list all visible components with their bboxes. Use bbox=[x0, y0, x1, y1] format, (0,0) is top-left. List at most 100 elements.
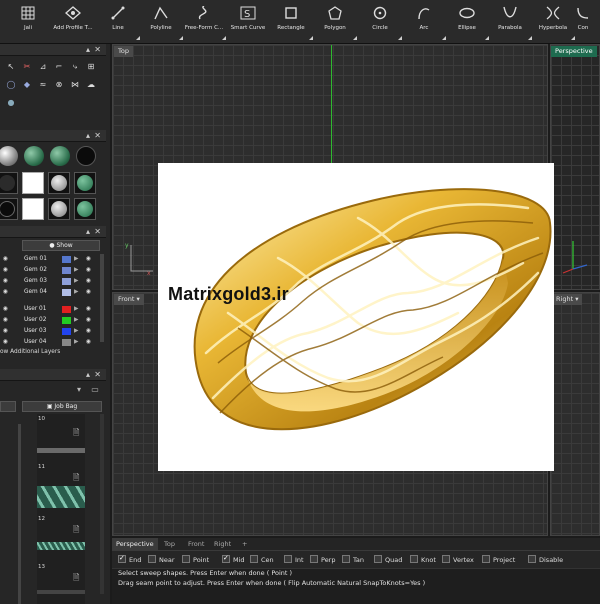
document-icon[interactable]: 🗎 bbox=[73, 427, 79, 441]
jobbag-item-thumb[interactable] bbox=[37, 448, 85, 453]
snap-project[interactable]: Project bbox=[482, 555, 515, 565]
blend-tool-icon[interactable]: ⊗ bbox=[54, 80, 64, 90]
layer-color-swatch[interactable] bbox=[62, 339, 71, 346]
snap-vertex[interactable]: Vertex bbox=[442, 555, 474, 565]
snap-mid[interactable]: Mid bbox=[222, 553, 245, 565]
material-thumb[interactable] bbox=[74, 198, 96, 220]
arrow-right-icon[interactable]: ▶ bbox=[74, 287, 78, 297]
layer-row[interactable]: ◉ Gem 02 ▶ ◉ bbox=[0, 265, 104, 275]
diamond-tool-icon[interactable]: ◆ bbox=[22, 80, 32, 90]
job-bag-button[interactable]: ▣ Job Bag bbox=[22, 401, 102, 412]
dropdown-arrow-icon[interactable]: ▾ bbox=[575, 295, 578, 303]
arrow-right-icon[interactable]: ▶ bbox=[74, 265, 78, 275]
material-thumb[interactable] bbox=[22, 198, 44, 220]
arrow-right-icon[interactable]: ▶ bbox=[74, 337, 78, 347]
split-curve-icon[interactable]: ✂ bbox=[22, 62, 32, 72]
pin-icon[interactable]: ▴ bbox=[86, 45, 90, 54]
close-icon[interactable]: ✕ bbox=[94, 227, 101, 236]
eye-icon[interactable]: ◉ bbox=[86, 254, 91, 264]
arrow-right-icon[interactable]: ▶ bbox=[74, 326, 78, 336]
close-icon[interactable]: ✕ bbox=[94, 131, 101, 140]
viewport-right-tab[interactable]: Right ▾ bbox=[552, 294, 583, 305]
layer-row[interactable]: ◉ User 02 ▶ ◉ bbox=[0, 315, 104, 325]
snap-quad[interactable]: Quad bbox=[374, 555, 402, 565]
checkbox[interactable] bbox=[410, 555, 418, 563]
viewport-top-label[interactable]: Top bbox=[114, 46, 133, 57]
wave-tool-icon[interactable]: ≈ bbox=[38, 80, 48, 90]
circle-tool-icon[interactable]: ◯ bbox=[6, 80, 16, 90]
material-swatch[interactable] bbox=[0, 146, 18, 166]
layer-color-swatch[interactable] bbox=[62, 256, 71, 263]
eye-icon[interactable]: ◉ bbox=[3, 276, 11, 286]
snap-knot[interactable]: Knot bbox=[410, 555, 436, 565]
snap-point[interactable]: Point bbox=[182, 555, 209, 565]
layer-color-swatch[interactable] bbox=[62, 267, 71, 274]
extend-icon[interactable]: ⌐ bbox=[54, 62, 64, 72]
layer-row[interactable]: ◉ User 04 ▶ ◉ bbox=[0, 337, 104, 347]
close-icon[interactable]: ✕ bbox=[94, 370, 101, 379]
offset-icon[interactable]: ⤷ bbox=[70, 62, 80, 72]
snap-near[interactable]: Near bbox=[148, 555, 175, 565]
eye-icon[interactable]: ◉ bbox=[3, 337, 11, 347]
material-thumb[interactable] bbox=[0, 198, 18, 220]
jobbag-item-thumb[interactable] bbox=[37, 486, 85, 508]
dropdown-icon[interactable]: ▾ bbox=[74, 385, 84, 395]
arrow-right-icon[interactable]: ▶ bbox=[74, 254, 78, 264]
eye-icon[interactable]: ◉ bbox=[86, 304, 91, 314]
material-thumb[interactable] bbox=[0, 172, 18, 194]
tool-conic[interactable]: Con bbox=[566, 4, 600, 42]
material-thumb[interactable] bbox=[22, 172, 44, 194]
dropdown-arrow-icon[interactable]: ▾ bbox=[137, 295, 140, 303]
eye-icon[interactable]: ◉ bbox=[3, 326, 11, 336]
layer-color-swatch[interactable] bbox=[62, 278, 71, 285]
trim-icon[interactable]: ⊿ bbox=[38, 62, 48, 72]
eye-icon[interactable]: ◉ bbox=[86, 337, 91, 347]
settings-tool-icon[interactable]: ● bbox=[6, 98, 16, 108]
eye-icon[interactable]: ◉ bbox=[3, 315, 11, 325]
material-swatch[interactable] bbox=[50, 146, 70, 166]
add-viewport-tab[interactable]: + bbox=[238, 538, 251, 550]
viewport-perspective-label[interactable]: Perspective bbox=[551, 46, 597, 57]
material-thumb[interactable] bbox=[48, 172, 70, 194]
checkbox[interactable] bbox=[482, 555, 490, 563]
pin-icon[interactable]: ▴ bbox=[86, 131, 90, 140]
close-icon[interactable]: ✕ bbox=[94, 45, 101, 54]
document-icon[interactable]: 🗎 bbox=[73, 472, 79, 486]
eye-icon[interactable]: ◉ bbox=[3, 265, 11, 275]
material-thumb[interactable] bbox=[74, 172, 96, 194]
jobbag-left-button[interactable] bbox=[0, 401, 16, 412]
layer-color-swatch[interactable] bbox=[62, 306, 71, 313]
layer-row[interactable]: ◉ User 01 ▶ ◉ bbox=[0, 304, 104, 314]
checkbox[interactable] bbox=[310, 555, 318, 563]
eye-icon[interactable]: ◉ bbox=[86, 326, 91, 336]
viewport-tab[interactable]: Front bbox=[184, 538, 208, 550]
checkbox[interactable] bbox=[222, 553, 230, 563]
viewport-tab[interactable]: Perspective bbox=[112, 538, 158, 550]
jobbag-item-thumb[interactable] bbox=[37, 542, 85, 550]
snap-perp[interactable]: Perp bbox=[310, 555, 336, 565]
layer-color-swatch[interactable] bbox=[62, 317, 71, 324]
checkbox[interactable] bbox=[284, 555, 292, 563]
checkbox[interactable] bbox=[342, 555, 350, 563]
arrow-right-icon[interactable]: ▶ bbox=[74, 304, 78, 314]
snap-cen[interactable]: Cen bbox=[250, 555, 274, 565]
eye-icon[interactable]: ◉ bbox=[86, 276, 91, 286]
eye-icon[interactable]: ◉ bbox=[86, 265, 91, 275]
viewport-right[interactable]: Right ▾ bbox=[550, 292, 600, 536]
layer-row[interactable]: ◉ Gem 01 ▶ ◉ bbox=[0, 254, 104, 264]
pin-icon[interactable]: ▴ bbox=[86, 227, 90, 236]
snap-disable[interactable]: Disable bbox=[528, 555, 563, 565]
checkbox[interactable] bbox=[528, 555, 536, 563]
layer-color-swatch[interactable] bbox=[62, 328, 71, 335]
rebuild-curve-icon[interactable]: ↖ bbox=[6, 62, 16, 72]
jobbag-item-thumb[interactable] bbox=[37, 590, 85, 594]
snap-tan[interactable]: Tan bbox=[342, 555, 364, 565]
layer-row[interactable]: ◉ User 03 ▶ ◉ bbox=[0, 326, 104, 336]
cloud-tool-icon[interactable]: ☁ bbox=[86, 80, 96, 90]
checkbox[interactable] bbox=[250, 555, 258, 563]
viewport-perspective[interactable]: Perspective bbox=[550, 44, 600, 290]
eye-icon[interactable]: ◉ bbox=[3, 254, 11, 264]
checkbox[interactable] bbox=[118, 553, 126, 563]
layers-scrollbar[interactable] bbox=[100, 254, 104, 342]
checkbox[interactable] bbox=[148, 555, 156, 563]
